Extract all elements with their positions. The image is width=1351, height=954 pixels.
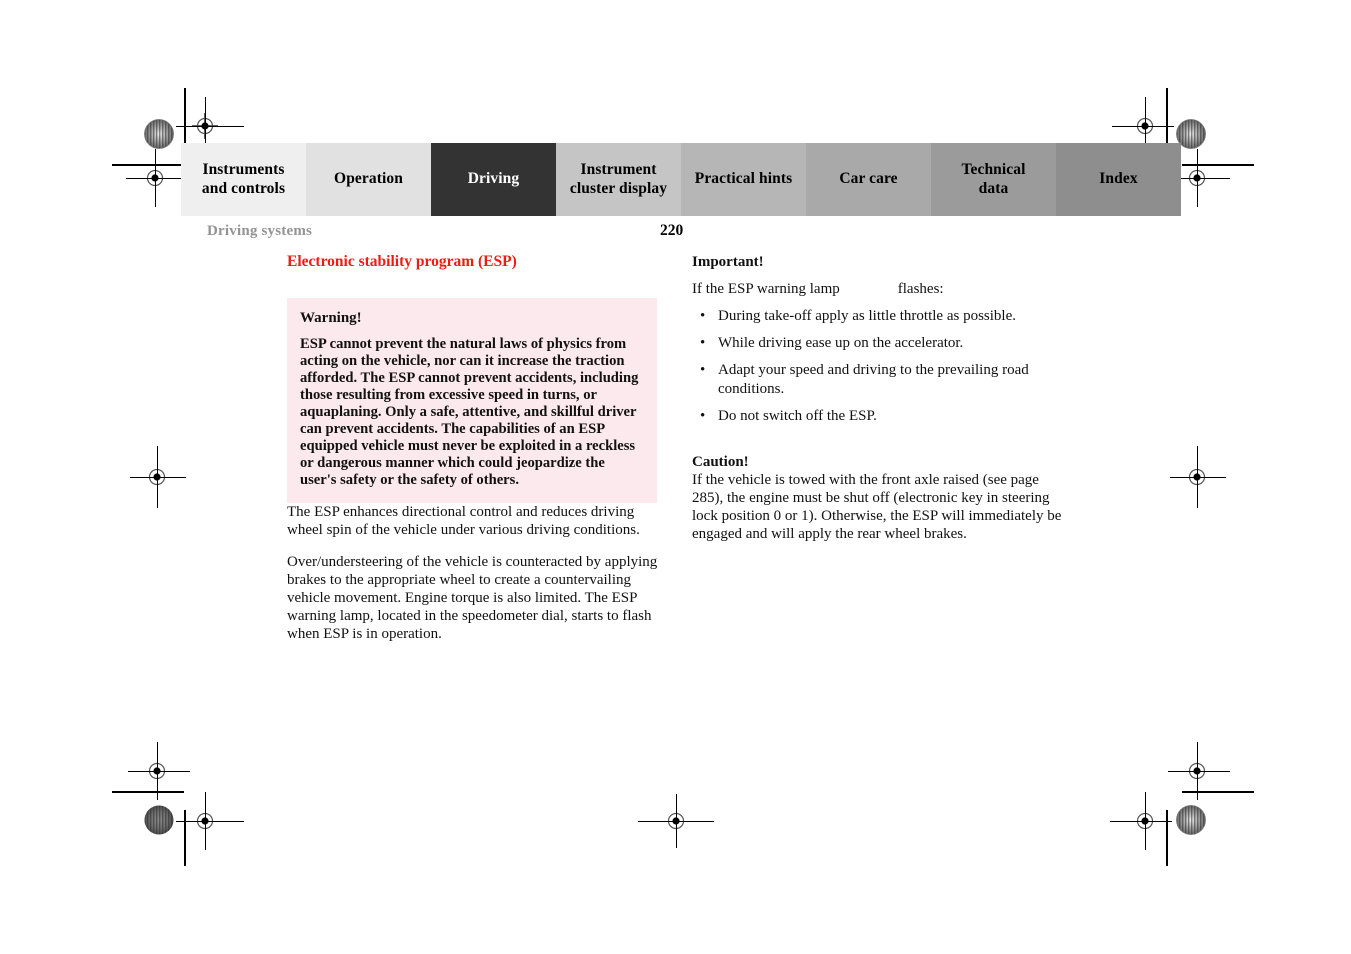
registration-arm-left-middle-h: [130, 476, 186, 478]
tab-technical-data[interactable]: Technical data: [931, 143, 1056, 216]
registration-arm-bottom-left-h: [176, 820, 244, 822]
halftone-dot-bottom-right: [1176, 805, 1206, 835]
registration-arm-bottom-center-v: [675, 794, 677, 848]
tab-index[interactable]: Index: [1056, 143, 1181, 216]
important-lead-after: flashes:: [897, 281, 944, 297]
list-item: • Do not switch off the ESP.: [692, 407, 1064, 425]
halftone-dot-top-left: [144, 119, 174, 149]
registration-arm-top-right-h: [1112, 125, 1174, 127]
registration-arm-right-middle-v: [1196, 446, 1198, 508]
printed-page: Instruments and controls Operation Drivin…: [0, 0, 1351, 954]
chapter-tab-bar: Instruments and controls Operation Drivin…: [181, 143, 1181, 216]
left-column: Electronic stability program (ESP) Warni…: [287, 253, 659, 644]
trim-line-bottom-right-horizontal: [1182, 791, 1254, 793]
tab-instruments-and-controls[interactable]: Instruments and controls: [181, 143, 306, 216]
trim-line-bottom-right-vertical: [1166, 810, 1168, 866]
registration-arm-left-upper-h: [126, 177, 188, 179]
trim-line-top-right-vertical: [1166, 88, 1168, 144]
list-item-text: While driving ease up on the accelerator…: [718, 335, 964, 352]
tab-practical-hints[interactable]: Practical hints: [681, 143, 806, 216]
registration-arm-bottom-left-v: [204, 792, 206, 850]
halftone-dot-bottom-left: [144, 805, 174, 835]
registration-arm-left-upper-v: [154, 149, 156, 207]
caution-text: If the vehicle is towed with the front a…: [692, 471, 1062, 543]
trim-line-bottom-left-horizontal: [112, 791, 184, 793]
right-column: Important! If the ESP warning lamp flashe…: [692, 253, 1064, 543]
tab-operation[interactable]: Operation: [306, 143, 431, 216]
list-item-text: Adapt your speed and driving to the prev…: [718, 362, 1029, 397]
registration-arm-top-left-h: [176, 125, 244, 127]
important-lead-before: If the ESP warning lamp: [692, 281, 840, 297]
body-paragraph-2: Over/understeering of the vehicle is cou…: [287, 553, 658, 643]
running-header: Driving systems: [207, 223, 313, 239]
list-item: • Adapt your speed and driving to the pre…: [692, 361, 1064, 397]
warning-box-title: Warning!: [300, 309, 362, 326]
page-number: 220: [660, 222, 684, 239]
important-bullet-list: • During take-off apply as little throttl…: [692, 307, 1064, 425]
list-item: • While driving ease up on the accelerato…: [692, 334, 1064, 352]
caution-heading: Caution!: [692, 453, 749, 470]
tab-driving[interactable]: Driving: [431, 143, 556, 216]
registration-arm-bottom-right-v: [1144, 792, 1146, 850]
registration-arm-right-middle-h: [1170, 476, 1226, 478]
bullet-icon: •: [700, 335, 706, 352]
body-paragraph-1: The ESP enhances directional control and…: [287, 503, 640, 538]
important-lead-line: If the ESP warning lamp flashes:: [692, 280, 1064, 298]
important-heading: Important!: [692, 254, 764, 270]
tab-instrument-cluster-display[interactable]: Instrument cluster display: [556, 143, 681, 216]
list-item-text: During take-off apply as little throttle…: [718, 308, 1016, 325]
warning-box-text: ESP cannot prevent the natural laws of p…: [300, 335, 639, 488]
list-item-text: Do not switch off the ESP.: [718, 407, 877, 424]
registration-arm-left-middle-v: [156, 446, 158, 508]
bullet-icon: •: [700, 362, 706, 379]
section-title: Electronic stability program (ESP): [287, 253, 517, 270]
bullet-icon: •: [700, 308, 706, 325]
tab-car-care[interactable]: Car care: [806, 143, 931, 216]
trim-line-bottom-left-vertical: [184, 810, 186, 866]
registration-arm-left-lower-h: [128, 770, 190, 772]
registration-arm-right-lower-h: [1168, 770, 1230, 772]
registration-arm-bottom-right-h: [1110, 820, 1172, 822]
bullet-icon: •: [700, 407, 706, 424]
warning-box: Warning! ESP cannot prevent the natural …: [287, 297, 657, 503]
list-item: • During take-off apply as little throttl…: [692, 307, 1064, 325]
trim-line-top-left-vertical: [184, 88, 186, 144]
registration-arm-right-upper-v: [1196, 149, 1198, 207]
